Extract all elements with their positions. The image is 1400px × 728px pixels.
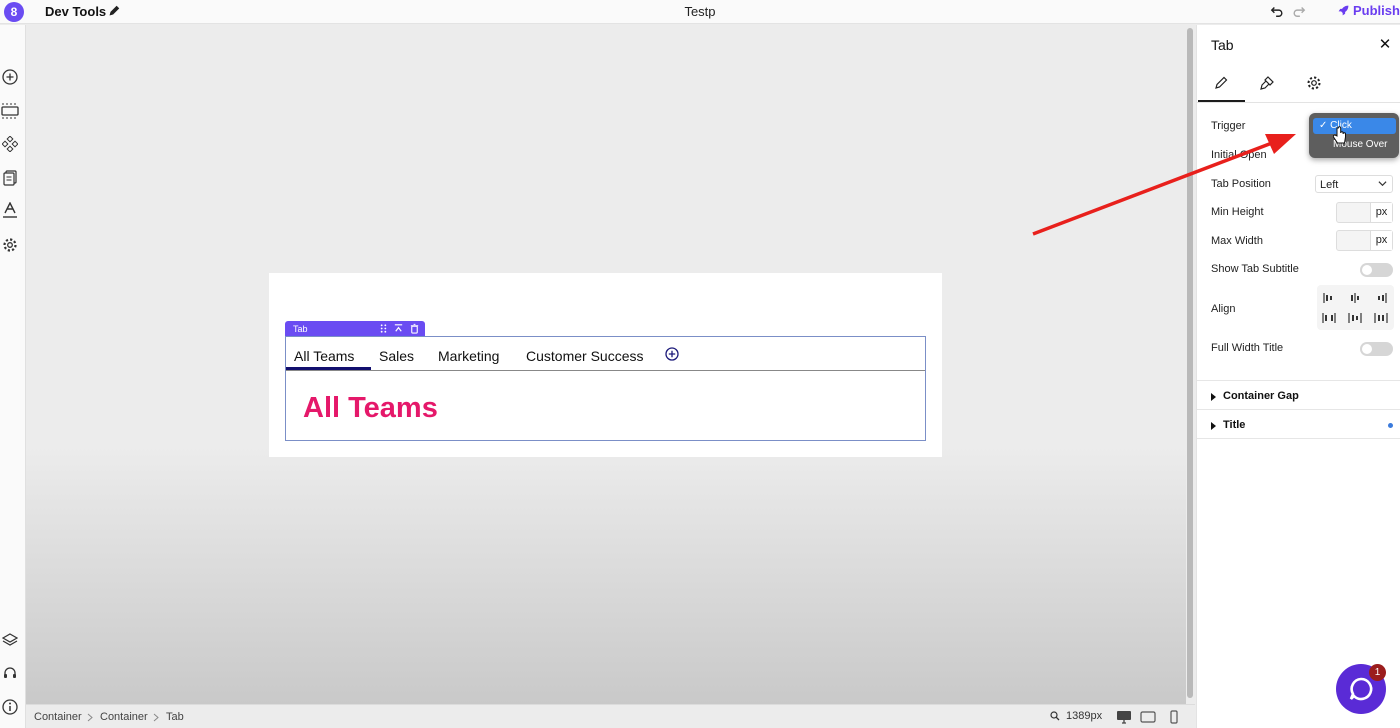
- typography-icon[interactable]: [1, 202, 19, 220]
- tab-position-label: Tab Position: [1211, 178, 1271, 190]
- trigger-dropdown[interactable]: ✓ Click Mouse Over: [1309, 113, 1399, 158]
- tab-widget[interactable]: All Teams Sales Marketing Customer Succe…: [285, 336, 926, 441]
- left-rail: [0, 25, 26, 728]
- layers-icon[interactable]: [1, 631, 19, 649]
- search-icon: [1050, 711, 1060, 721]
- chat-icon: [1349, 677, 1373, 701]
- show-tab-subtitle-label: Show Tab Subtitle: [1211, 263, 1299, 275]
- tab-position-select[interactable]: Left: [1315, 175, 1393, 193]
- undo-icon[interactable]: [1270, 4, 1284, 18]
- panel-title: Tab: [1211, 37, 1234, 53]
- info-icon[interactable]: [1, 698, 19, 716]
- tab-style[interactable]: [1257, 73, 1277, 93]
- add-icon[interactable]: [1, 68, 19, 86]
- tab-sales[interactable]: Sales: [379, 348, 414, 364]
- chevron-right-icon: [87, 713, 93, 722]
- mouse-cursor-icon: [1333, 126, 1346, 144]
- tab-advanced[interactable]: [1304, 73, 1324, 93]
- space-around-icon[interactable]: [1348, 312, 1362, 324]
- option-mouse-over[interactable]: Mouse Over: [1313, 137, 1396, 153]
- section-title[interactable]: Title: [1197, 409, 1400, 439]
- show-tab-subtitle-toggle[interactable]: [1360, 263, 1393, 277]
- support-icon[interactable]: [1, 665, 19, 683]
- chevron-down-icon: [1378, 181, 1387, 187]
- breadcrumb-container-2[interactable]: Container: [100, 711, 148, 723]
- pencil-icon: [1215, 76, 1228, 89]
- section-icon[interactable]: [1, 102, 19, 120]
- redo-icon[interactable]: [1292, 4, 1306, 18]
- align-right-icon[interactable]: [1374, 292, 1388, 304]
- tab-all-teams[interactable]: All Teams: [294, 348, 354, 364]
- divider: [1197, 102, 1400, 103]
- pages-icon[interactable]: [1, 169, 19, 187]
- add-tab-icon[interactable]: [665, 347, 679, 361]
- full-width-title-label: Full Width Title: [1211, 342, 1284, 354]
- align-options: [1317, 285, 1394, 330]
- caret-right-icon: [1211, 393, 1216, 401]
- unit-selector[interactable]: px: [1370, 231, 1392, 250]
- space-evenly-icon[interactable]: [1374, 312, 1388, 324]
- canvas-scrollbar[interactable]: [1185, 28, 1195, 700]
- top-bar: 8 Dev Tools Testp Publish: [0, 0, 1400, 24]
- align-label: Align: [1211, 303, 1236, 315]
- tab-position-value: Left: [1320, 179, 1339, 191]
- status-bar: Container Container Tab 1389px: [26, 704, 1195, 728]
- active-tab-indicator: [286, 367, 371, 370]
- mobile-icon[interactable]: [1166, 710, 1182, 724]
- max-width-input[interactable]: px: [1336, 230, 1393, 251]
- breadcrumb-tab[interactable]: Tab: [166, 711, 184, 723]
- unit-selector[interactable]: px: [1370, 203, 1392, 222]
- initial-open-label: Initial Open: [1211, 149, 1267, 161]
- close-icon[interactable]: ✕: [1377, 37, 1393, 53]
- tab-marketing[interactable]: Marketing: [438, 348, 499, 364]
- full-width-title-toggle[interactable]: [1360, 342, 1393, 356]
- publish-button[interactable]: Publish: [1337, 3, 1400, 18]
- caret-right-icon: [1211, 422, 1216, 430]
- components-icon[interactable]: [1, 135, 19, 153]
- tab-chip-label: Tab: [293, 323, 308, 334]
- page-name: Testp: [684, 4, 716, 19]
- scroll-thumb[interactable]: [1187, 28, 1193, 698]
- trash-icon[interactable]: [409, 323, 420, 334]
- rocket-icon: [1338, 5, 1349, 16]
- tab-element-toolbar[interactable]: Tab: [285, 321, 425, 336]
- max-width-label: Max Width: [1211, 235, 1263, 247]
- tab-content-settings[interactable]: [1211, 73, 1231, 93]
- min-height-input[interactable]: px: [1336, 202, 1393, 223]
- canvas-width-label: 1389px: [1066, 710, 1103, 722]
- tab-content-heading[interactable]: All Teams: [303, 392, 438, 425]
- gear-icon: [1307, 76, 1321, 90]
- section-container-gap[interactable]: Container Gap: [1197, 380, 1400, 410]
- notification-badge: 1: [1369, 664, 1386, 681]
- section-label: Title: [1223, 419, 1246, 431]
- align-left-icon[interactable]: [1322, 292, 1336, 304]
- breadcrumb-container-1[interactable]: Container: [34, 711, 82, 723]
- trigger-label: Trigger: [1211, 120, 1246, 132]
- modified-indicator: [1388, 423, 1393, 428]
- chevron-right-icon: [153, 713, 159, 722]
- desktop-icon[interactable]: [1116, 710, 1132, 724]
- section-label: Container Gap: [1223, 390, 1299, 402]
- brush-icon: [1260, 76, 1274, 90]
- space-between-icon[interactable]: [1322, 312, 1336, 324]
- drag-handle-icon[interactable]: [378, 323, 389, 334]
- select-parent-icon[interactable]: [393, 323, 404, 334]
- tab-header: All Teams Sales Marketing Customer Succe…: [286, 337, 925, 371]
- canvas-width-control[interactable]: 1389px: [1050, 710, 1102, 722]
- settings-icon[interactable]: [1, 236, 19, 254]
- tab-customer-success[interactable]: Customer Success: [526, 348, 643, 364]
- align-center-icon[interactable]: [1348, 292, 1362, 304]
- publish-label: Publish: [1353, 3, 1400, 18]
- tablet-icon[interactable]: [1140, 710, 1156, 724]
- option-click[interactable]: ✓ Click: [1313, 118, 1396, 134]
- min-height-label: Min Height: [1211, 206, 1264, 218]
